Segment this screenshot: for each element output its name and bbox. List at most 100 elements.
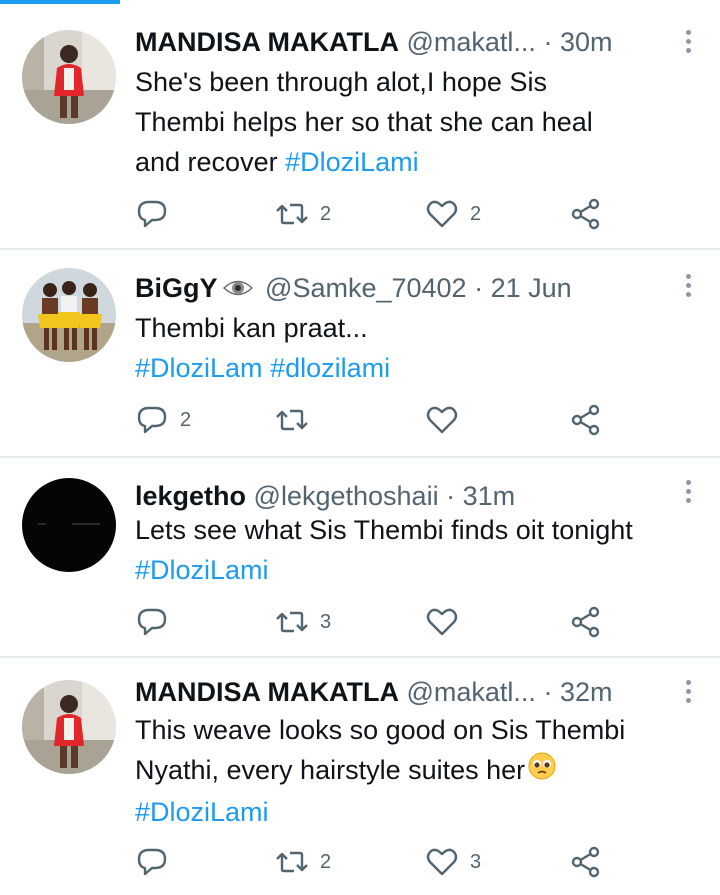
like-count: 2 xyxy=(470,202,482,225)
share-icon xyxy=(568,196,604,232)
display-name[interactable]: MANDISA MAKATLA xyxy=(135,27,399,57)
pleading-face-icon xyxy=(527,751,557,792)
tweet-text-segment: Nyathi, every hairstyle suites her xyxy=(135,755,526,785)
more-options-icon[interactable] xyxy=(684,30,692,60)
hashtag-link[interactable]: #DloziLami xyxy=(135,555,269,585)
more-options-icon[interactable] xyxy=(684,480,692,510)
timestamp[interactable]: 30m xyxy=(560,27,613,57)
hashtag-link[interactable]: #dlozilami xyxy=(270,353,390,383)
reply-button[interactable] xyxy=(134,844,170,880)
more-options-icon[interactable] xyxy=(684,680,692,710)
like-button[interactable] xyxy=(424,604,460,640)
retweet-button[interactable]: 3 xyxy=(274,604,331,640)
display-name[interactable]: lekgetho xyxy=(135,481,246,511)
avatar[interactable] xyxy=(22,30,116,124)
tweet-text-line: Lets see what Sis Thembi finds oit tonig… xyxy=(135,510,702,550)
tweet-actions: 23 xyxy=(134,844,614,880)
display-name[interactable]: MANDISA MAKATLA xyxy=(135,677,399,707)
tweet-header: MANDISA MAKATLA @makatl... · 32m xyxy=(135,672,674,712)
share-icon xyxy=(568,402,604,438)
like-icon xyxy=(424,844,460,880)
tweet-text-segment: This weave looks so good on Sis Thembi xyxy=(135,715,626,745)
hashtag-link[interactable]: #DloziLami xyxy=(135,797,269,827)
tweet-text-segment xyxy=(263,353,271,383)
reply-icon xyxy=(134,402,170,438)
tweet-text: Thembi kan praat... #DloziLam #dlozilami xyxy=(135,308,702,388)
retweet-icon xyxy=(274,196,310,232)
share-button[interactable] xyxy=(568,844,604,880)
timestamp[interactable]: 32m xyxy=(560,677,613,707)
like-button[interactable]: 3 xyxy=(424,844,481,880)
separator-dot: · xyxy=(543,677,553,707)
avatar[interactable] xyxy=(22,680,116,774)
tweet-text-line: #DloziLam #dlozilami xyxy=(135,348,702,388)
tweet-card[interactable]: lekgetho @lekgethoshaii · 31m Lets see w… xyxy=(0,458,720,658)
more-options-icon[interactable] xyxy=(684,274,692,304)
tweet-text-line: She's been through alot,I hope Sis xyxy=(135,62,702,102)
tweet-text: Lets see what Sis Thembi finds oit tonig… xyxy=(135,510,702,590)
tweet-text-segment: and recover xyxy=(135,147,286,177)
tweet-text-line: Thembi kan praat... xyxy=(135,308,702,348)
like-icon xyxy=(424,604,460,640)
tweet-text-line: This weave looks so good on Sis Thembi xyxy=(135,710,702,750)
reply-button[interactable]: 2 xyxy=(134,402,191,438)
share-icon xyxy=(568,604,604,640)
user-handle[interactable]: @lekgethoshaii xyxy=(254,481,439,511)
retweet-button[interactable]: 2 xyxy=(274,844,331,880)
tweet-text-segment: Lets see what Sis Thembi finds oit tonig… xyxy=(135,515,633,545)
hashtag-link[interactable]: #DloziLam xyxy=(135,353,263,383)
retweet-count: 3 xyxy=(320,610,332,633)
like-button[interactable] xyxy=(424,402,460,438)
tweet-text-line: #DloziLami xyxy=(135,792,702,832)
eye-icon xyxy=(222,270,254,308)
separator-dot: · xyxy=(474,273,484,303)
retweet-icon xyxy=(274,402,310,438)
separator-dot: · xyxy=(543,27,553,57)
share-button[interactable] xyxy=(568,402,604,438)
tweet-text: She's been through alot,I hope Sis Thembi… xyxy=(135,62,702,182)
separator-dot: · xyxy=(446,481,456,511)
tweet-text-segment: She's been through alot,I hope Sis xyxy=(135,67,547,97)
avatar[interactable] xyxy=(22,478,116,572)
tweet-card[interactable]: MANDISA MAKATLA @makatl... · 32m This we… xyxy=(0,658,720,895)
reply-button[interactable] xyxy=(134,196,170,232)
timestamp[interactable]: 21 Jun xyxy=(491,273,572,303)
reply-icon xyxy=(134,604,170,640)
user-handle[interactable]: @Samke_70402 xyxy=(265,273,467,303)
reply-icon xyxy=(134,196,170,232)
avatar[interactable] xyxy=(22,268,116,362)
user-handle[interactable]: @makatl... xyxy=(406,677,535,707)
retweet-button[interactable] xyxy=(274,402,310,438)
share-button[interactable] xyxy=(568,604,604,640)
user-handle[interactable]: @makatl... xyxy=(406,27,535,57)
share-button[interactable] xyxy=(568,196,604,232)
like-button[interactable]: 2 xyxy=(424,196,481,232)
reply-button[interactable] xyxy=(134,604,170,640)
display-name[interactable]: BiGgY xyxy=(135,273,218,303)
like-icon xyxy=(424,196,460,232)
tweet-header: BiGgY @Samke_70402 · 21 Jun xyxy=(135,268,674,308)
tweet-actions: 22 xyxy=(134,196,614,232)
reply-icon xyxy=(134,844,170,880)
retweet-button[interactable]: 2 xyxy=(274,196,331,232)
retweet-icon xyxy=(274,604,310,640)
tweet-actions: 3 xyxy=(134,604,614,640)
tweet-actions: 2 xyxy=(134,402,614,438)
tweet-text-line: Thembi helps her so that she can heal xyxy=(135,102,702,142)
tweet-text-line: #DloziLami xyxy=(135,550,702,590)
timestamp[interactable]: 31m xyxy=(463,481,516,511)
retweet-icon xyxy=(274,844,310,880)
like-count: 3 xyxy=(470,850,482,873)
tweet-card[interactable]: MANDISA MAKATLA @makatl... · 30m She's b… xyxy=(0,0,720,250)
retweet-count: 2 xyxy=(320,202,332,225)
replie-count: 2 xyxy=(180,408,192,431)
retweet-count: 2 xyxy=(320,850,332,873)
hashtag-link[interactable]: #DloziLami xyxy=(285,147,419,177)
like-icon xyxy=(424,402,460,438)
tweet-card[interactable]: BiGgY @Samke_70402 · 21 Jun Thembi kan p… xyxy=(0,250,720,458)
tweet-text-line: Nyathi, every hairstyle suites her xyxy=(135,750,702,792)
tweet-text-segment: Thembi helps her so that she can heal xyxy=(135,107,593,137)
tweet-text-segment: Thembi kan praat... xyxy=(135,313,368,343)
tweet-text: This weave looks so good on Sis Thembi Ny… xyxy=(135,710,702,832)
tweet-header: MANDISA MAKATLA @makatl... · 30m xyxy=(135,22,674,62)
